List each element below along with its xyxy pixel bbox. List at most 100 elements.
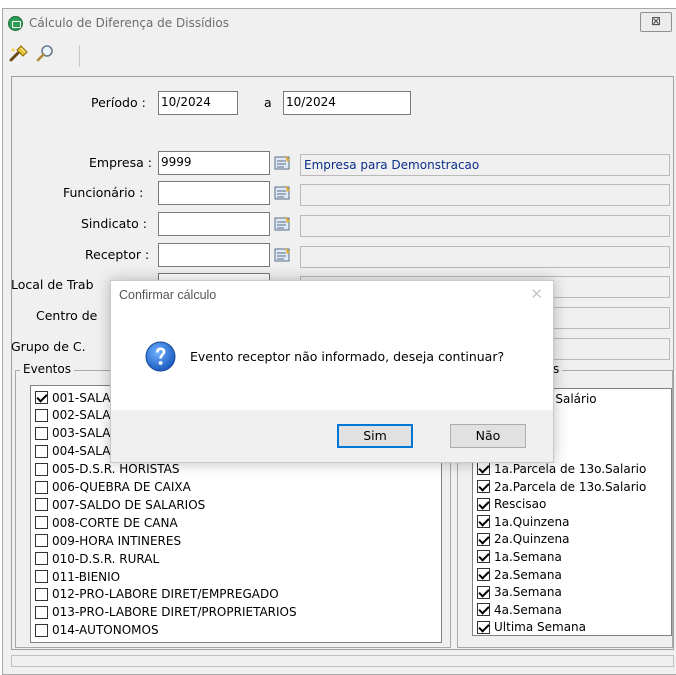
search-icon[interactable]: [35, 44, 55, 64]
tipo-calculo-item[interactable]: 2a.Parcela de 13o.Salario: [477, 478, 646, 495]
tipo-calculo-item[interactable]: 1a.Quinzena: [477, 513, 569, 530]
tipo-calculo-item[interactable]: 1a.Semana: [477, 548, 562, 565]
periodo-label: Período :: [91, 95, 146, 110]
evento-item[interactable]: 007-SALDO DE SALARIOS: [35, 496, 205, 513]
evento-item[interactable]: 008-CORTE DE CANA: [35, 514, 178, 531]
checkbox[interactable]: [35, 587, 48, 601]
lookup-icon[interactable]: [274, 154, 292, 172]
tipo-calculo-item-label: 2a.Parcela de 13o.Salario: [494, 479, 647, 494]
empresa-nome-field: Empresa para Demonstracao: [300, 154, 670, 176]
periodo-a-label: a: [264, 95, 272, 110]
checkbox[interactable]: [477, 462, 490, 476]
funcionario-nome-field: [300, 184, 670, 206]
checkbox[interactable]: [35, 605, 48, 619]
tipo-calculo-item[interactable]: 4a.Semana: [477, 601, 562, 618]
checkbox[interactable]: [35, 408, 48, 422]
evento-item-label: 012-PRO-LABORE DIRET/EMPREGADO: [52, 587, 279, 602]
tipo-calculo-item-label: Ultima Semana: [494, 620, 587, 635]
yes-button[interactable]: Sim: [337, 424, 413, 448]
funcionario-label: Funcionário :: [63, 185, 144, 200]
checkbox[interactable]: [35, 391, 48, 404]
sindicato-input[interactable]: [158, 212, 270, 236]
checkbox[interactable]: [477, 550, 490, 564]
checkbox[interactable]: [477, 515, 490, 529]
checkbox[interactable]: [35, 462, 48, 476]
tipo-calculo-item-label: Rescisao: [494, 497, 547, 512]
sindicato-label: Sindicato :: [81, 216, 148, 231]
evento-item-label: 006-QUEBRA DE CAIXA: [52, 480, 191, 494]
tipo-calculo-item-label: 1a.Semana: [494, 549, 562, 564]
tipo-calculo-item-label: 1a.Quinzena: [494, 514, 570, 529]
tipo-calculo-item-label: 1a.Parcela de 13o.Salario: [494, 461, 647, 476]
evento-item-label: 002-SALA: [52, 408, 111, 423]
checkbox[interactable]: [35, 552, 48, 566]
close-button[interactable]: ⊠: [640, 12, 672, 32]
evento-item-label: 011-BIENIO: [52, 569, 121, 584]
checkbox[interactable]: [477, 480, 490, 493]
receptor-nome-field: [300, 246, 670, 268]
toolbar-separator: [79, 45, 80, 67]
funcionario-input[interactable]: [158, 181, 270, 205]
checkbox[interactable]: [35, 498, 48, 512]
checkbox[interactable]: [35, 570, 48, 583]
local-trabalho-label: Local de Trab: [11, 277, 94, 292]
evento-item-label: 003-SALA: [52, 426, 111, 441]
lookup-icon[interactable]: [274, 215, 292, 233]
grupo-label: Grupo de C.: [11, 339, 86, 354]
checkbox[interactable]: [35, 426, 48, 440]
dialog-footer: Sim Não: [111, 410, 553, 462]
centro-custo-label: Centro de: [36, 308, 98, 323]
tipo-calculo-item[interactable]: 2a.Semana: [477, 566, 562, 583]
checkbox[interactable]: [477, 497, 490, 511]
tipo-calculo-item[interactable]: 2a.Quinzena: [477, 531, 569, 548]
evento-item[interactable]: 011-BIENIO: [35, 568, 120, 585]
checkbox[interactable]: [477, 620, 490, 634]
periodo-fim-input[interactable]: 10/2024: [283, 91, 411, 115]
empresa-input[interactable]: 9999: [158, 151, 270, 175]
checkbox[interactable]: [35, 480, 48, 494]
tipo-calculo-item-label: 2a.Quinzena: [494, 532, 570, 547]
checkbox[interactable]: [477, 603, 490, 617]
tipo-calculo-item-label: 2a.Semana: [494, 567, 562, 582]
lookup-icon[interactable]: [274, 184, 292, 202]
tipo-calculo-item[interactable]: Rescisao: [477, 496, 546, 513]
empresa-label: Empresa :: [89, 155, 152, 170]
tipo-calculo-item[interactable]: Ultima Semana: [477, 619, 587, 635]
dialog-title: Confirmar cálculo: [119, 288, 217, 302]
checkbox[interactable]: [35, 623, 48, 637]
checkbox[interactable]: [477, 532, 490, 546]
evento-item[interactable]: 005-D.S.R. HORISTAS: [35, 461, 179, 478]
checkbox[interactable]: [477, 585, 490, 599]
checkbox[interactable]: [35, 516, 48, 530]
evento-item[interactable]: 014-AUTONOMOS: [35, 622, 159, 639]
evento-item[interactable]: 004-SALA: [35, 443, 110, 460]
evento-item[interactable]: 010-D.S.R. RURAL: [35, 550, 159, 567]
tipo-calculo-item-label: 3a.Semana: [494, 585, 562, 600]
sindicato-nome-field: [300, 215, 670, 237]
evento-item[interactable]: 009-HORA INTINERES: [35, 532, 181, 549]
periodo-inicio-input[interactable]: 10/2024: [158, 91, 238, 115]
evento-item[interactable]: 003-SALA: [35, 425, 110, 442]
checkbox[interactable]: [477, 568, 490, 581]
lookup-icon[interactable]: [274, 246, 292, 264]
evento-item[interactable]: 001-SALA: [35, 389, 110, 406]
question-icon: [145, 341, 176, 372]
evento-item-label: 013-PRO-LABORE DIRET/PROPRIETARIOS: [52, 605, 297, 620]
evento-item-label: 009-HORA INTINERES: [52, 533, 182, 548]
evento-item[interactable]: 006-QUEBRA DE CAIXA: [35, 479, 191, 496]
calculate-icon[interactable]: [9, 44, 29, 64]
evento-item[interactable]: 002-SALA: [35, 407, 110, 424]
status-bar: [11, 655, 674, 667]
no-button[interactable]: Não: [450, 424, 526, 448]
evento-item[interactable]: 013-PRO-LABORE DIRET/PROPRIETARIOS: [35, 604, 297, 621]
checkbox[interactable]: [35, 534, 48, 548]
tipo-calculo-item[interactable]: 3a.Semana: [477, 584, 562, 601]
dialog-message: Evento receptor não informado, deseja co…: [190, 349, 505, 364]
app-icon: [8, 16, 23, 31]
receptor-input[interactable]: [158, 243, 270, 267]
evento-item-label: 010-D.S.R. RURAL: [52, 551, 160, 566]
dialog-close-icon[interactable]: ✕: [530, 285, 543, 303]
checkbox[interactable]: [35, 444, 48, 458]
evento-item-label: 014-AUTONOMOS: [52, 623, 159, 638]
evento-item[interactable]: 012-PRO-LABORE DIRET/EMPREGADO: [35, 586, 279, 603]
